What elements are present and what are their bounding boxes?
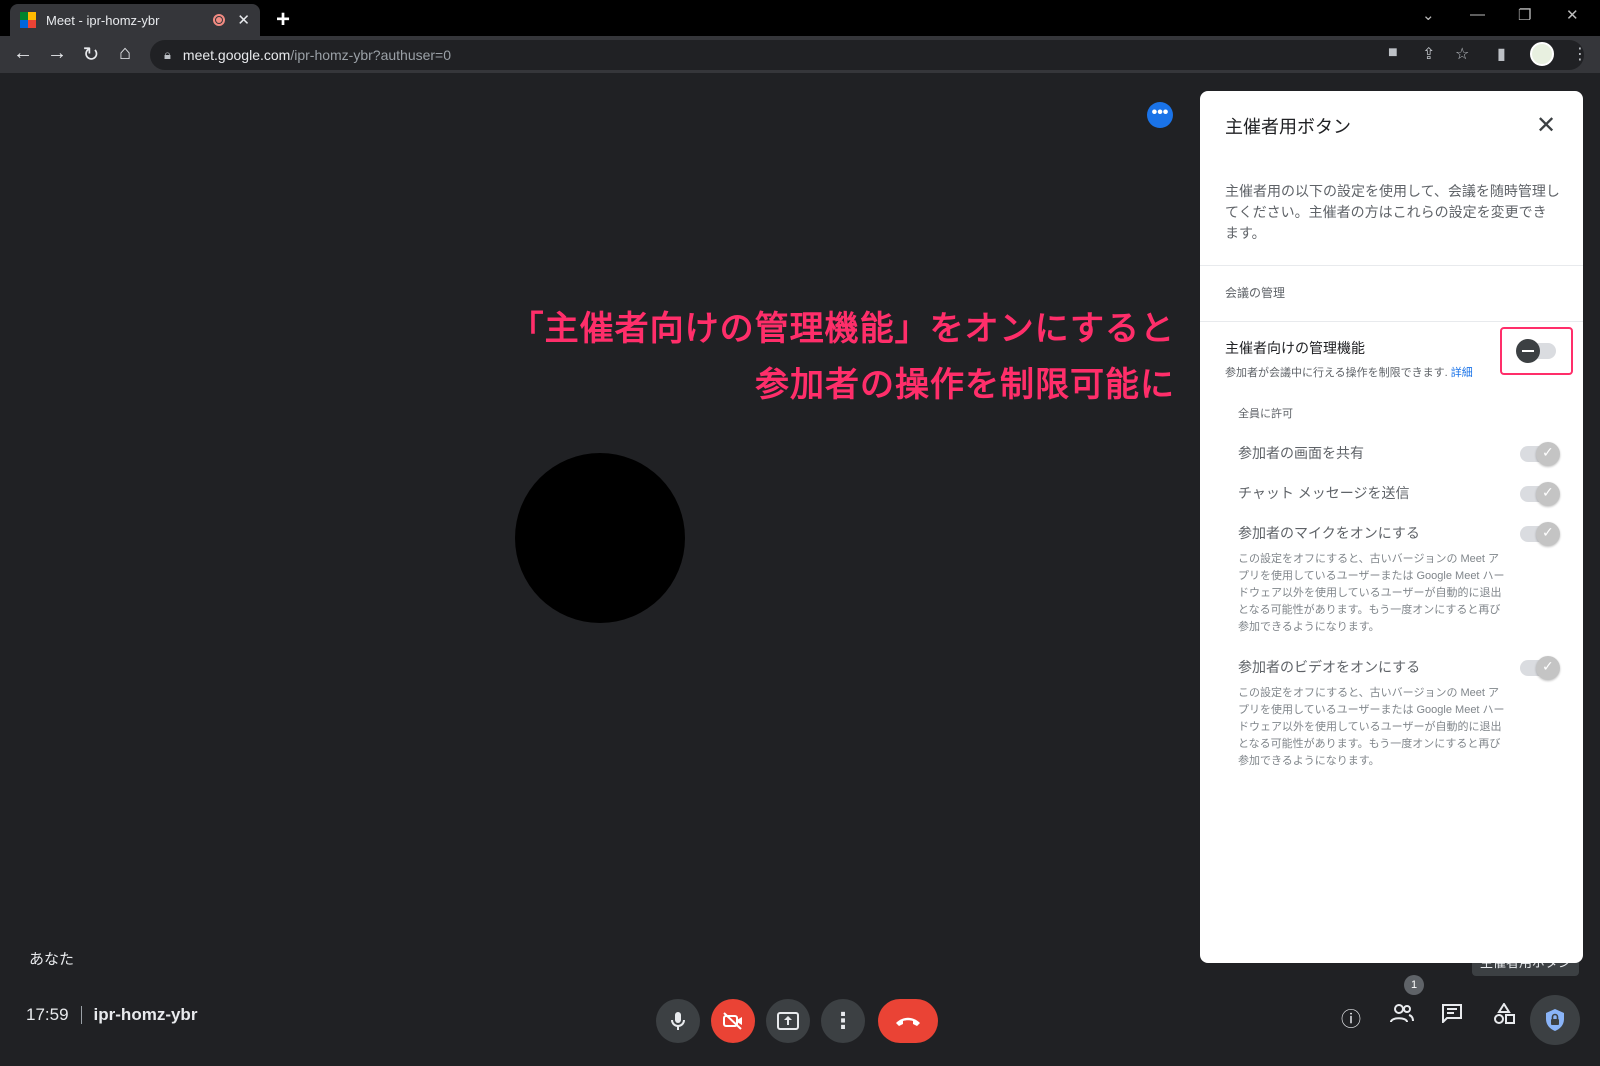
annotation-highlight-box — [1500, 327, 1573, 375]
minimize-button[interactable]: — — [1470, 6, 1485, 23]
side-panel-icon[interactable]: ▮ — [1497, 44, 1506, 64]
more-vert-icon: ⋮ — [832, 1008, 854, 1033]
bookmark-star-icon[interactable]: ☆ — [1455, 44, 1469, 64]
section-label: 会議の管理 — [1225, 286, 1286, 300]
tab-title: Meet - ipr-homz-ybr — [46, 12, 160, 28]
annotation-line-1: 「主催者向けの管理機能」をオンにすると — [509, 310, 1175, 348]
self-video-avatar — [515, 453, 685, 623]
mic-button[interactable] — [656, 999, 700, 1043]
address-bar[interactable]: 🔒︎ meet.google.com /ipr-homz-ybr?authuse… — [150, 40, 1584, 70]
clock-time: 17:59 — [26, 1005, 69, 1024]
browser-toolbar: ← → ↻ ⌂ 🔒︎ meet.google.com /ipr-homz-ybr… — [0, 36, 1600, 74]
chat-icon[interactable] — [1438, 1003, 1466, 1029]
host-controls-button[interactable] — [1530, 995, 1580, 1045]
share-icon[interactable]: ⇪ — [1422, 44, 1435, 64]
url-path: /ipr-homz-ybr?authuser=0 — [290, 47, 452, 63]
toggle-knob — [1536, 656, 1560, 680]
restore-button[interactable]: ❐ — [1518, 6, 1531, 24]
hangup-icon — [896, 1017, 920, 1026]
video-note: この設定をオフにすると、古いバージョンの Meet アプリを使用しているユーザー… — [1238, 687, 1505, 767]
browser-menu-icon[interactable]: ⋮ — [1572, 44, 1588, 64]
participant-count-badge: 1 — [1404, 975, 1424, 995]
more-vert-button[interactable]: ⋮ — [821, 999, 865, 1043]
share-screen-toggle[interactable] — [1520, 442, 1560, 466]
tab-search-icon[interactable]: ⌄ — [1422, 6, 1435, 24]
host-management-label: 主催者向けの管理機能 — [1225, 340, 1365, 356]
toggle-knob — [1536, 522, 1560, 546]
mic-note: この設定をオフにすると、古いバージョンの Meet アプリを使用しているユーザー… — [1238, 553, 1505, 633]
host-controls-panel: 主催者用ボタン ✕ 主催者用の以下の設定を使用して、会議を随時管理してください。… — [1200, 91, 1583, 963]
profile-avatar[interactable] — [1530, 42, 1554, 66]
video-toggle[interactable] — [1520, 656, 1560, 680]
option-video-label: 参加者のビデオをオンにする — [1238, 659, 1421, 675]
shield-lock-icon — [1546, 1009, 1564, 1031]
meet-stage: ••• 「主催者向けの管理機能」をオンにすると 参加者の操作を制限可能に あなた… — [0, 75, 1600, 1066]
back-arrow-icon[interactable]: ← — [10, 42, 36, 65]
meeting-code: ipr-homz-ybr — [93, 1005, 198, 1024]
lock-icon[interactable]: 🔒︎ — [164, 47, 171, 63]
option-chat-label: チャット メッセージを送信 — [1238, 485, 1410, 501]
allow-all-label: 全員に許可 — [1238, 408, 1293, 420]
tab-close-button[interactable]: ✕ — [237, 11, 250, 29]
present-button[interactable] — [766, 999, 810, 1043]
toggle-knob — [1536, 482, 1560, 506]
browser-tab-strip: Meet - ipr-homz-ybr ✕ + ⌄ — ❐ ✕ — [0, 0, 1600, 36]
annotation-line-2: 参加者の操作を制限可能に — [755, 366, 1175, 404]
separator — [80, 1006, 82, 1024]
mic-toggle[interactable] — [1520, 522, 1560, 546]
present-icon — [777, 1012, 799, 1030]
reload-icon[interactable]: ↻ — [78, 42, 104, 67]
people-icon[interactable] — [1388, 1003, 1416, 1029]
self-name-label: あなた — [29, 951, 75, 968]
panel-description: 主催者用の以下の設定を使用して、会議を随時管理してください。主催者の方はこれらの… — [1225, 183, 1560, 241]
window-close-button[interactable]: ✕ — [1566, 6, 1579, 24]
option-mic-label: 参加者のマイクをオンにする — [1238, 525, 1420, 541]
panel-title: 主催者用ボタン — [1225, 117, 1351, 137]
mic-icon — [671, 1012, 685, 1030]
info-icon[interactable]: ⓘ — [1337, 1003, 1365, 1032]
divider — [1200, 265, 1583, 266]
home-icon[interactable]: ⌂ — [112, 42, 138, 65]
forward-arrow-icon[interactable]: → — [44, 42, 70, 65]
host-management-sub: 参加者が会議中に行える操作を制限できます. — [1225, 367, 1448, 379]
chat-toggle[interactable] — [1520, 482, 1560, 506]
option-share-screen-label: 参加者の画面を共有 — [1238, 445, 1364, 461]
leave-call-button[interactable] — [878, 999, 938, 1043]
recording-indicator-icon — [213, 14, 226, 26]
activities-icon[interactable] — [1490, 1002, 1518, 1031]
more-options-button[interactable]: ••• — [1147, 102, 1173, 128]
close-icon[interactable]: ✕ — [1536, 111, 1556, 140]
divider — [1200, 321, 1583, 322]
host-management-subtext: 参加者が会議中に行える操作を制限できます. 詳細 — [1225, 364, 1473, 380]
camera-in-use-icon[interactable]: ■ — [1388, 44, 1398, 62]
browser-tab[interactable]: Meet - ipr-homz-ybr ✕ — [10, 4, 260, 36]
meet-favicon-icon — [20, 12, 36, 28]
new-tab-button[interactable]: + — [276, 6, 290, 34]
meeting-info-bar: 17:59 ipr-homz-ybr — [26, 1005, 197, 1025]
learn-more-link[interactable]: 詳細 — [1451, 367, 1473, 379]
url-host: meet.google.com — [182, 47, 291, 63]
toggle-knob — [1536, 442, 1560, 466]
camera-toggle-button[interactable] — [711, 999, 755, 1043]
camera-off-icon — [723, 1012, 742, 1030]
